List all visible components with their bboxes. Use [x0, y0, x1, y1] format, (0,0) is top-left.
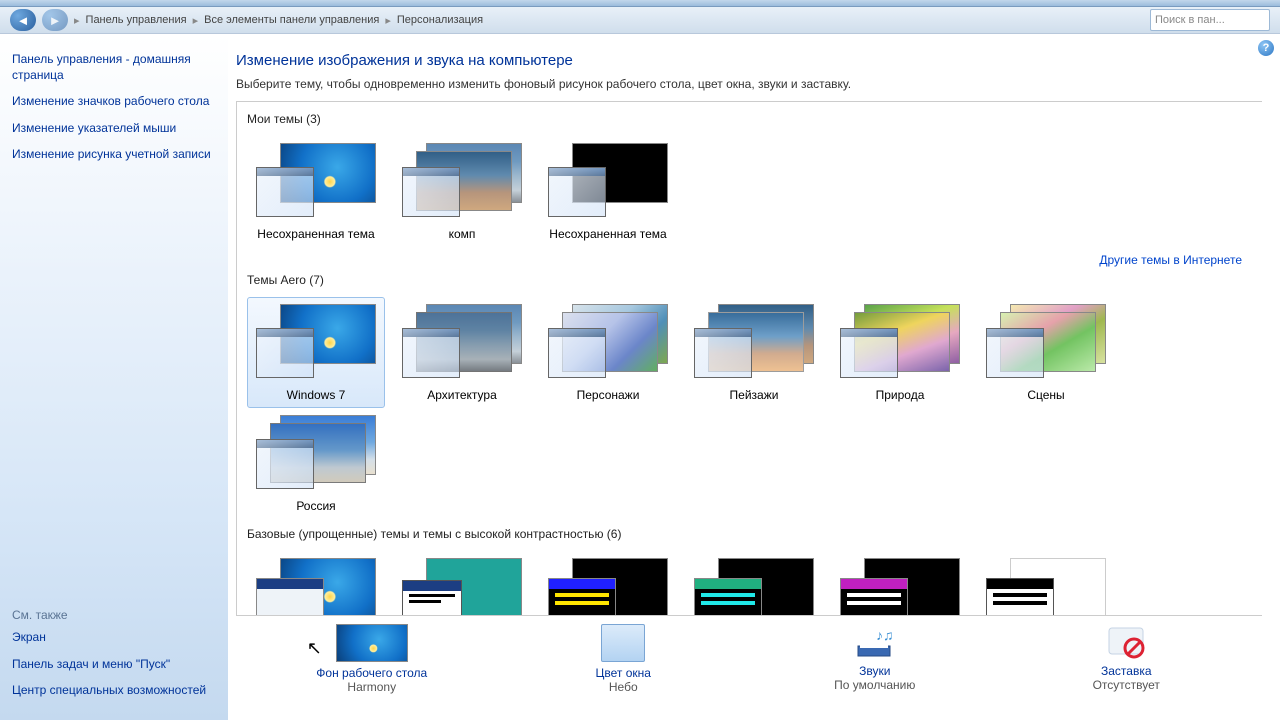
theme-item[interactable]: Персонажи	[539, 297, 677, 408]
section-basic-title: Базовые (упрощенные) темы и темы с высок…	[247, 527, 1252, 541]
page-subtitle: Выберите тему, чтобы одновременно измени…	[236, 77, 1262, 91]
see-also-header: См. также	[12, 608, 222, 622]
bottom-label: Цвет окна	[596, 666, 651, 680]
theme-label: Windows 7	[287, 388, 346, 403]
breadcrumb-part[interactable]: Панель управления	[86, 14, 187, 26]
theme-label: Несохраненная тема	[257, 227, 374, 242]
theme-item[interactable]: Архитектура	[393, 297, 531, 408]
search-input[interactable]: Поиск в пан...	[1150, 9, 1270, 31]
svg-text:♪♫: ♪♫	[876, 627, 894, 643]
related-link-taskbar[interactable]: Панель задач и меню "Пуск"	[12, 657, 222, 673]
bottom-value: Небо	[609, 680, 638, 694]
my-themes-grid: Несохраненная тема комп	[247, 136, 1252, 247]
theme-label: Пейзажи	[730, 388, 779, 403]
theme-item[interactable]: Природа	[831, 297, 969, 408]
sidebar: Панель управления - домашняя страница Из…	[0, 34, 228, 720]
theme-item[interactable]: Сцены	[977, 297, 1115, 408]
theme-item[interactable]: Классическая	[393, 551, 531, 616]
chevron-icon: ▸	[74, 14, 80, 27]
section-aero-title: Темы Aero (7)	[247, 273, 1252, 287]
bottom-bar: ↖ Фон рабочего стола Harmony Цвет окна Н…	[236, 616, 1262, 720]
bottom-label: Звуки	[859, 664, 890, 678]
bottom-value: Harmony	[347, 680, 396, 694]
theme-item[interactable]: Контрастная черная	[831, 551, 969, 616]
sidebar-link-mouse-pointers[interactable]: Изменение указателей мыши	[12, 121, 222, 137]
back-button[interactable]: ◄	[10, 9, 36, 31]
theme-label: Персонажи	[577, 388, 640, 403]
theme-item[interactable]: Высокий контраст №2	[685, 551, 823, 616]
theme-label: Архитектура	[427, 388, 497, 403]
basic-themes-grid: Windows 7 - упрощенный стиль Классическа…	[247, 551, 1252, 616]
chevron-icon: ▸	[193, 14, 199, 27]
help-icon[interactable]: ?	[1258, 40, 1274, 56]
main-content: ? Изменение изображения и звука на компь…	[228, 34, 1280, 720]
theme-item[interactable]: Контрастная белая	[977, 551, 1115, 616]
theme-label: Сцены	[1027, 388, 1064, 403]
bottom-value: Отсутствует	[1093, 678, 1160, 692]
breadcrumb-part[interactable]: Персонализация	[397, 14, 483, 26]
bottom-label: Заставка	[1101, 664, 1152, 678]
address-bar: ◄ ► ▸ Панель управления ▸ Все элементы п…	[0, 7, 1280, 34]
aero-themes-grid: Windows 7 Архитектура Персонажи Пейзажи	[247, 297, 1252, 519]
chevron-icon: ▸	[385, 14, 391, 27]
sidebar-link-account-picture[interactable]: Изменение рисунка учетной записи	[12, 147, 222, 163]
screensaver-icon	[1105, 624, 1147, 660]
related-link-ease-of-access[interactable]: Центр специальных возможностей	[12, 683, 222, 699]
theme-item[interactable]: Высокий контраст №1	[539, 551, 677, 616]
page-title: Изменение изображения и звука на компьют…	[236, 52, 1262, 69]
sounds-button[interactable]: ♪♫ Звуки По умолчанию	[750, 624, 1000, 692]
theme-item[interactable]: Несохраненная тема	[539, 136, 677, 247]
bottom-label: Фон рабочего стола	[316, 666, 427, 680]
bottom-value: По умолчанию	[834, 678, 915, 692]
theme-item[interactable]: Windows 7 - упрощенный стиль	[247, 551, 385, 616]
theme-label: Россия	[296, 499, 335, 514]
personalization-window: ◄ ► ▸ Панель управления ▸ Все элементы п…	[0, 0, 1280, 720]
window-color-button[interactable]: Цвет окна Небо	[498, 624, 748, 694]
theme-label: Природа	[876, 388, 925, 403]
more-themes-online-link[interactable]: Другие темы в Интернете	[1099, 253, 1242, 267]
theme-item[interactable]: Пейзажи	[685, 297, 823, 408]
forward-button[interactable]: ►	[42, 9, 68, 31]
themes-scroll-pane[interactable]: Мои темы (3) Несохраненная тема	[236, 101, 1262, 616]
theme-item[interactable]: Несохраненная тема	[247, 136, 385, 247]
breadcrumb-part[interactable]: Все элементы панели управления	[204, 14, 379, 26]
sound-icon: ♪♫	[854, 624, 896, 660]
theme-item[interactable]: Россия	[247, 408, 385, 519]
window-titlebar	[0, 0, 1280, 7]
related-link-display[interactable]: Экран	[12, 630, 222, 646]
sidebar-link-desktop-icons[interactable]: Изменение значков рабочего стола	[12, 94, 222, 110]
sidebar-home-link[interactable]: Панель управления - домашняя страница	[12, 52, 222, 83]
section-my-themes-title: Мои темы (3)	[247, 112, 1252, 126]
cursor-icon: ↖	[307, 638, 322, 659]
theme-item-windows7[interactable]: Windows 7	[247, 297, 385, 408]
theme-item[interactable]: комп	[393, 136, 531, 247]
desktop-background-button[interactable]: ↖ Фон рабочего стола Harmony	[247, 624, 497, 694]
theme-label: комп	[449, 227, 476, 242]
theme-label: Несохраненная тема	[549, 227, 666, 242]
screensaver-button[interactable]: Заставка Отсутствует	[1001, 624, 1251, 692]
